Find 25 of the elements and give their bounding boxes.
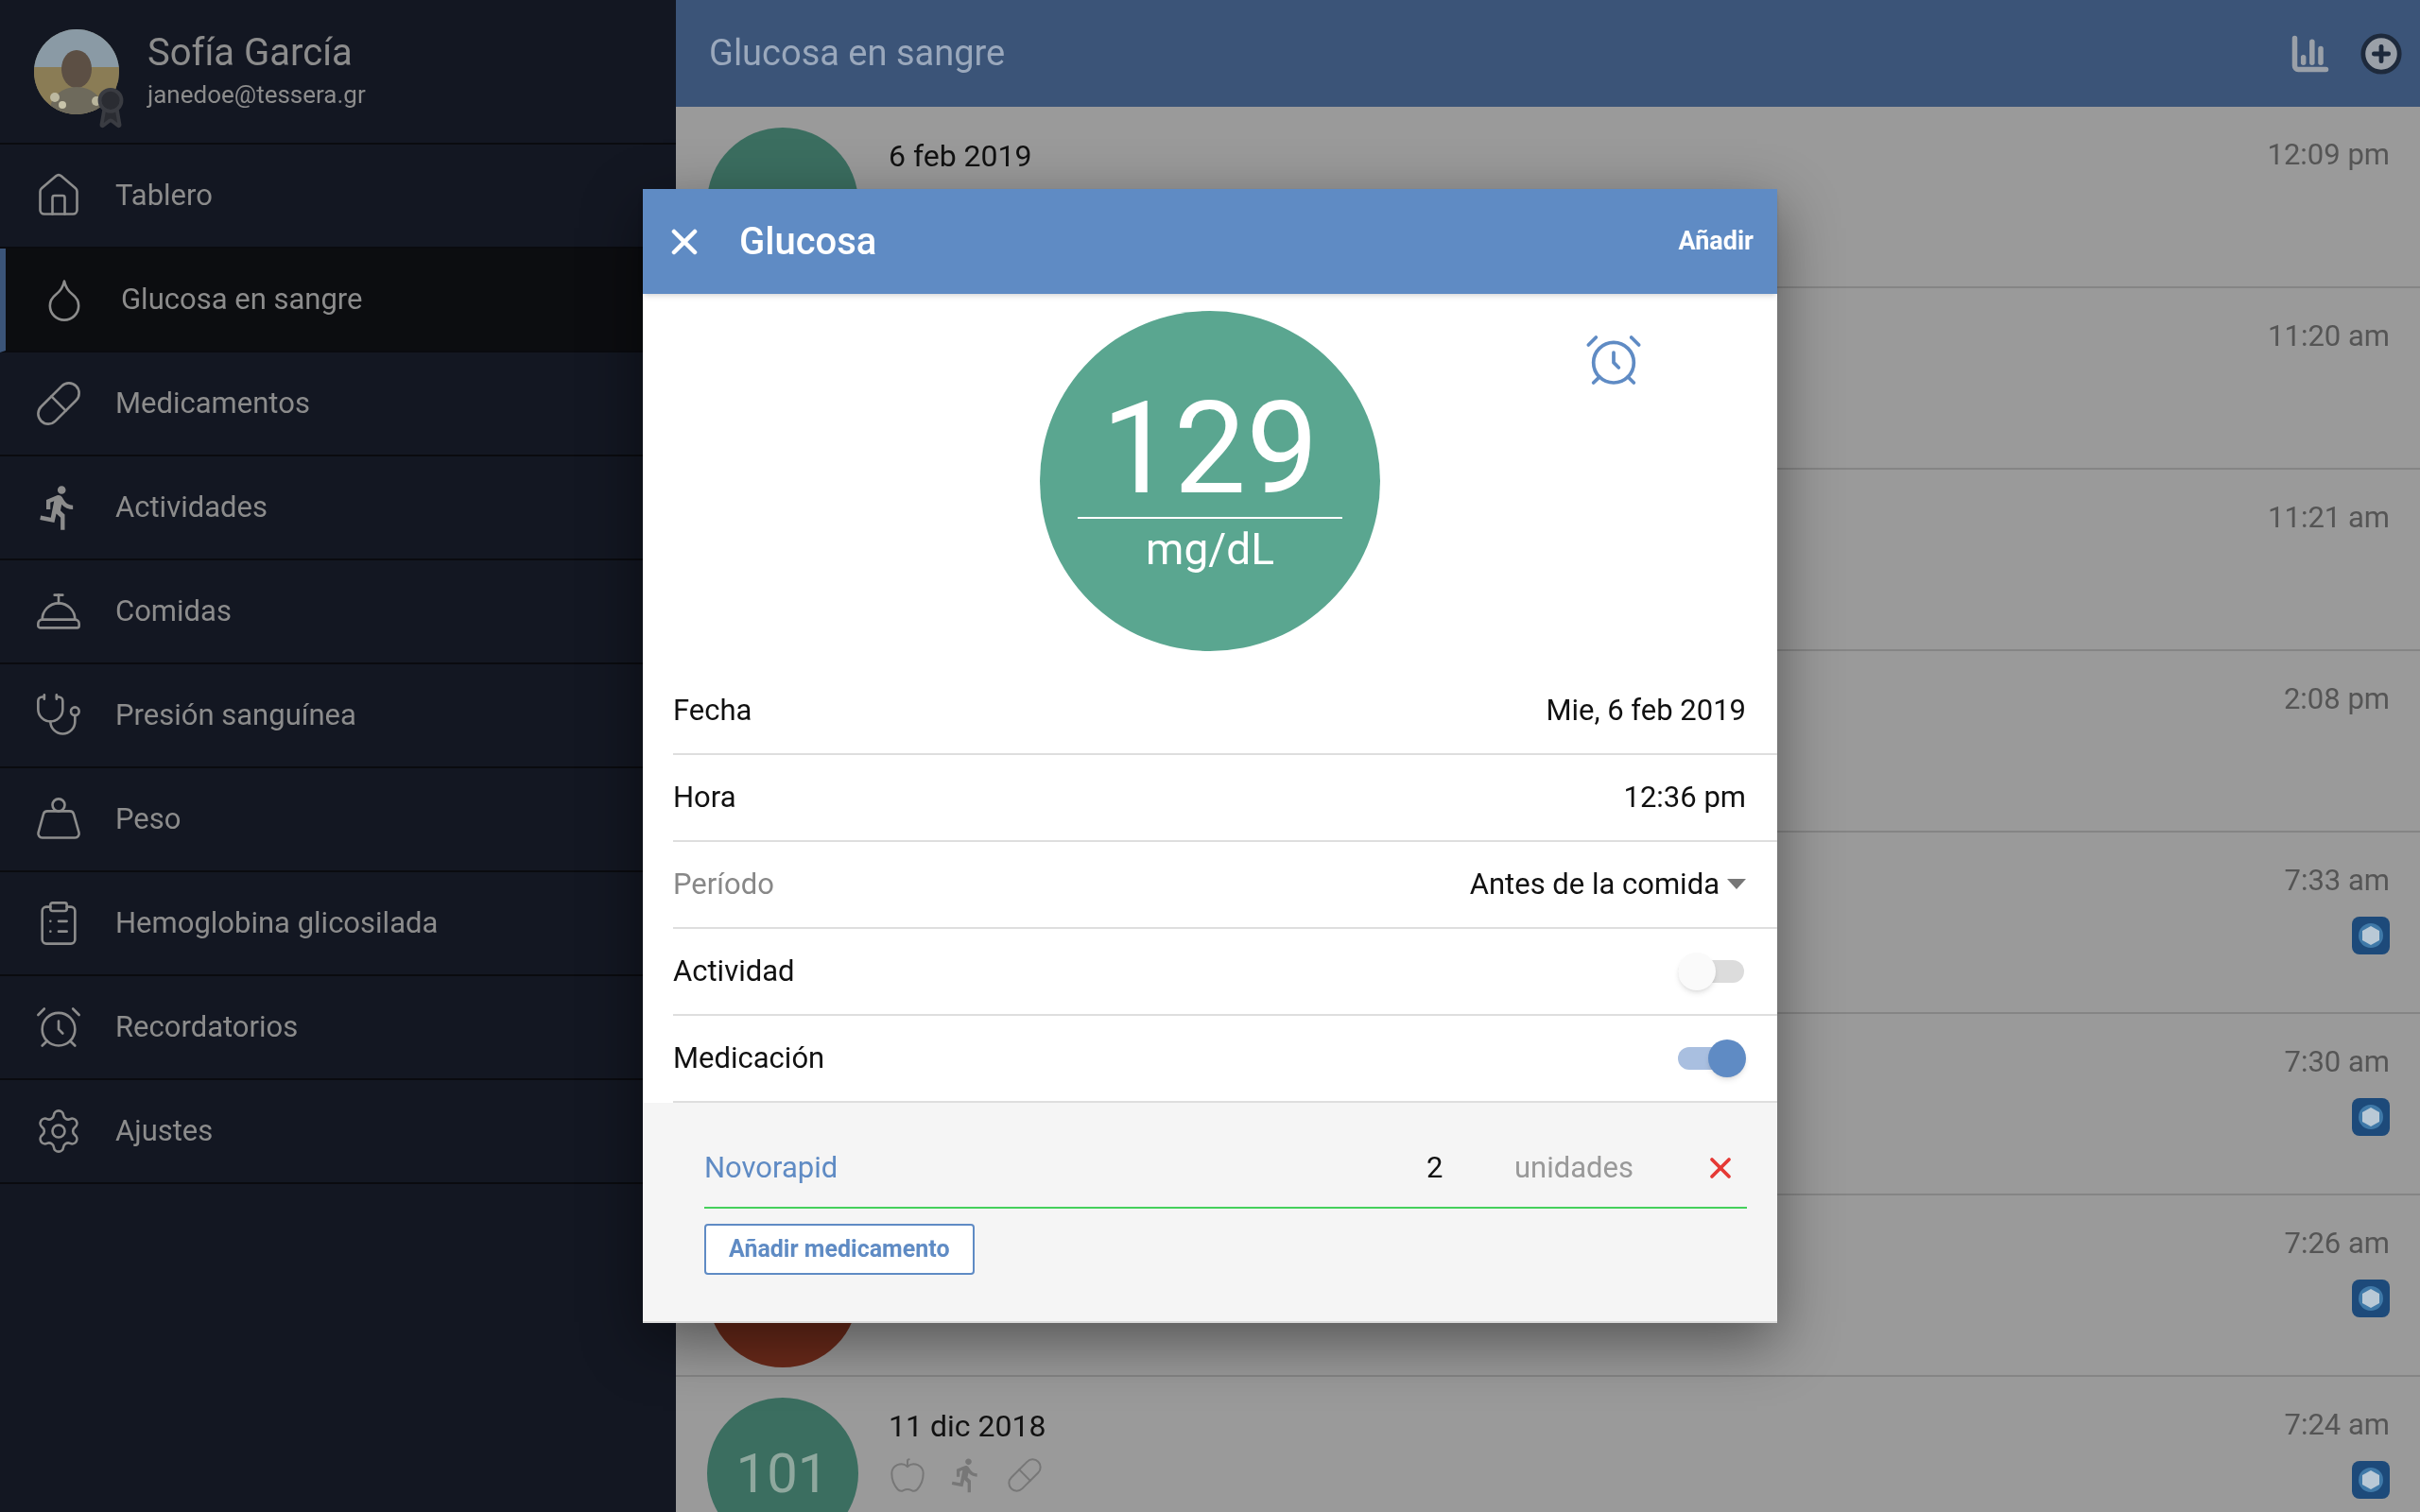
field-label: Fecha [673,691,752,730]
entry-time: 7:30 am [2284,1043,2390,1081]
dialog-title: Glucosa [739,217,878,266]
field-value: Mie, 6 feb 2019 [1546,691,1746,730]
entry-date: 11 dic 2018 [889,1407,1047,1446]
page-title: Glucosa en sangre [709,31,1006,76]
dose-unit: unidades [1514,1148,1634,1187]
entry-time: 7:33 am [2284,862,2390,900]
field-label: Período [673,865,774,903]
reading-value: 129 [1101,385,1319,514]
field-value: 12:36 pm [1623,778,1746,816]
reading-unit: mg/dL [1146,523,1274,577]
user-email: janedoe@tessera.gr [147,79,366,111]
entry-time: 11:21 am [2268,499,2390,537]
entry-time: 12:09 pm [2267,136,2390,174]
field-label: Actividad [673,952,795,990]
entry-time: 2:08 pm [2283,680,2390,718]
entry-time: 11:20 am [2268,318,2390,355]
entry-date: 6 feb 2019 [889,137,1033,176]
field-label: Medicación [673,1039,825,1077]
reading-value: 101 [735,1446,829,1501]
field-label: Hora [673,778,736,816]
entry-time: 7:24 am [2284,1406,2390,1444]
entry-time: 7:26 am [2284,1225,2390,1263]
user-name: Sofía García [147,29,354,77]
